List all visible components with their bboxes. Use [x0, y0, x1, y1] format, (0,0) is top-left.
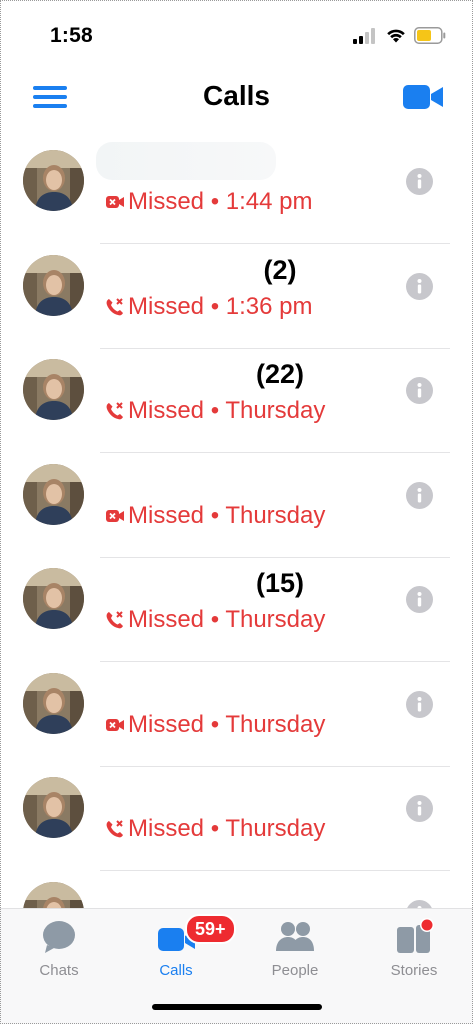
info-icon: [417, 278, 422, 293]
call-status-text: Missed • Thursday: [128, 606, 326, 633]
tab-people[interactable]: People: [245, 917, 345, 987]
status-time: 1:58: [50, 24, 93, 47]
tab-stories-label: Stories: [390, 962, 438, 979]
phone-missed-icon: [104, 400, 126, 422]
avatar[interactable]: [23, 672, 84, 734]
call-row[interactable]: [0, 872, 473, 909]
info-button[interactable]: [406, 690, 433, 718]
battery-icon: [414, 27, 446, 44]
contact-name: [100, 666, 380, 710]
avatar[interactable]: [23, 777, 84, 838]
avatar[interactable]: [23, 881, 84, 908]
call-status: Missed • Thursday: [104, 815, 325, 843]
info-button[interactable]: [406, 795, 433, 822]
info-icon: [417, 905, 422, 908]
phone-missed-icon: [104, 609, 126, 631]
phone-missed-icon: [104, 818, 126, 840]
info-icon: [417, 696, 422, 711]
video-missed-icon: [104, 714, 126, 736]
info-button[interactable]: [406, 481, 433, 509]
call-row[interactable]: Missed • 1:44 pm: [0, 140, 473, 244]
info-icon: [417, 383, 422, 398]
wifi-icon: [387, 29, 405, 43]
call-row[interactable]: Missed • Thursday: [0, 663, 473, 767]
contact-name: (15): [255, 568, 304, 598]
status-bar: 1:58: [0, 0, 473, 72]
call-row[interactable]: Missed • Thursday: [0, 767, 473, 871]
call-status-text: Missed • Thursday: [128, 397, 326, 424]
call-status: Missed • 1:44 pm: [104, 188, 312, 216]
info-button[interactable]: [406, 377, 433, 404]
people-icon: [276, 922, 314, 951]
contact-name: [100, 875, 380, 909]
call-status-text: Missed • Thursday: [128, 710, 326, 738]
call-status: Missed • Thursday: [104, 502, 325, 530]
call-row[interactable]: (15) Missed • Thursday: [0, 558, 473, 662]
video-missed-icon: [104, 191, 126, 213]
header: Calls: [0, 72, 473, 132]
tab-people-label: People: [271, 962, 319, 979]
info-button[interactable]: [406, 586, 433, 613]
phone-missed-icon: [104, 296, 126, 318]
stories-icon: [397, 918, 434, 953]
avatar[interactable]: [23, 254, 84, 316]
call-status: Missed • 1:36 pm: [104, 293, 312, 321]
call-status-text: Missed • 1:44 pm: [128, 188, 313, 215]
new-video-call-button[interactable]: [402, 82, 444, 112]
contact-name: [100, 457, 380, 501]
info-button[interactable]: [406, 272, 433, 300]
info-icon: [417, 592, 422, 607]
info-icon: [417, 801, 422, 816]
contact-name: [100, 770, 380, 814]
avatar[interactable]: [23, 568, 84, 629]
avatar[interactable]: [23, 150, 84, 211]
call-row[interactable]: (22) Missed • Thursday: [0, 349, 473, 453]
calls-badge: 59+: [185, 914, 236, 944]
contact-name: (22): [255, 359, 304, 389]
info-icon: [417, 487, 422, 502]
cellular-signal-icon: [353, 28, 375, 44]
calls-list: Missed • 1:44 pm (2) Missed • 1:36 pm (2…: [0, 140, 473, 908]
tab-calls-label: Calls: [159, 962, 193, 979]
avatar[interactable]: [23, 359, 84, 420]
info-button[interactable]: [406, 899, 433, 908]
call-row[interactable]: (2) Missed • 1:36 pm: [0, 245, 473, 349]
info-icon: [417, 174, 422, 189]
contact-name: [100, 143, 380, 187]
chat-bubble-icon: [43, 921, 75, 953]
info-button[interactable]: [406, 168, 433, 195]
contact-name: (2): [263, 254, 297, 285]
call-status-text: Missed • 1:36 pm: [128, 292, 313, 320]
avatar[interactable]: [23, 463, 84, 525]
video-missed-icon: [104, 505, 126, 527]
call-status: Missed • Thursday: [104, 606, 325, 634]
tab-chats-label: Chats: [39, 962, 79, 979]
call-status-text: Missed • Thursday: [128, 501, 326, 529]
call-row[interactable]: Missed • Thursday: [0, 454, 473, 558]
tab-chats[interactable]: Chats: [9, 917, 109, 987]
tab-stories[interactable]: Stories: [364, 917, 464, 987]
call-status: Missed • Thursday: [104, 397, 325, 425]
call-status: Missed • Thursday: [104, 711, 325, 739]
home-indicator: [152, 1004, 322, 1010]
call-status-text: Missed • Thursday: [128, 815, 326, 842]
